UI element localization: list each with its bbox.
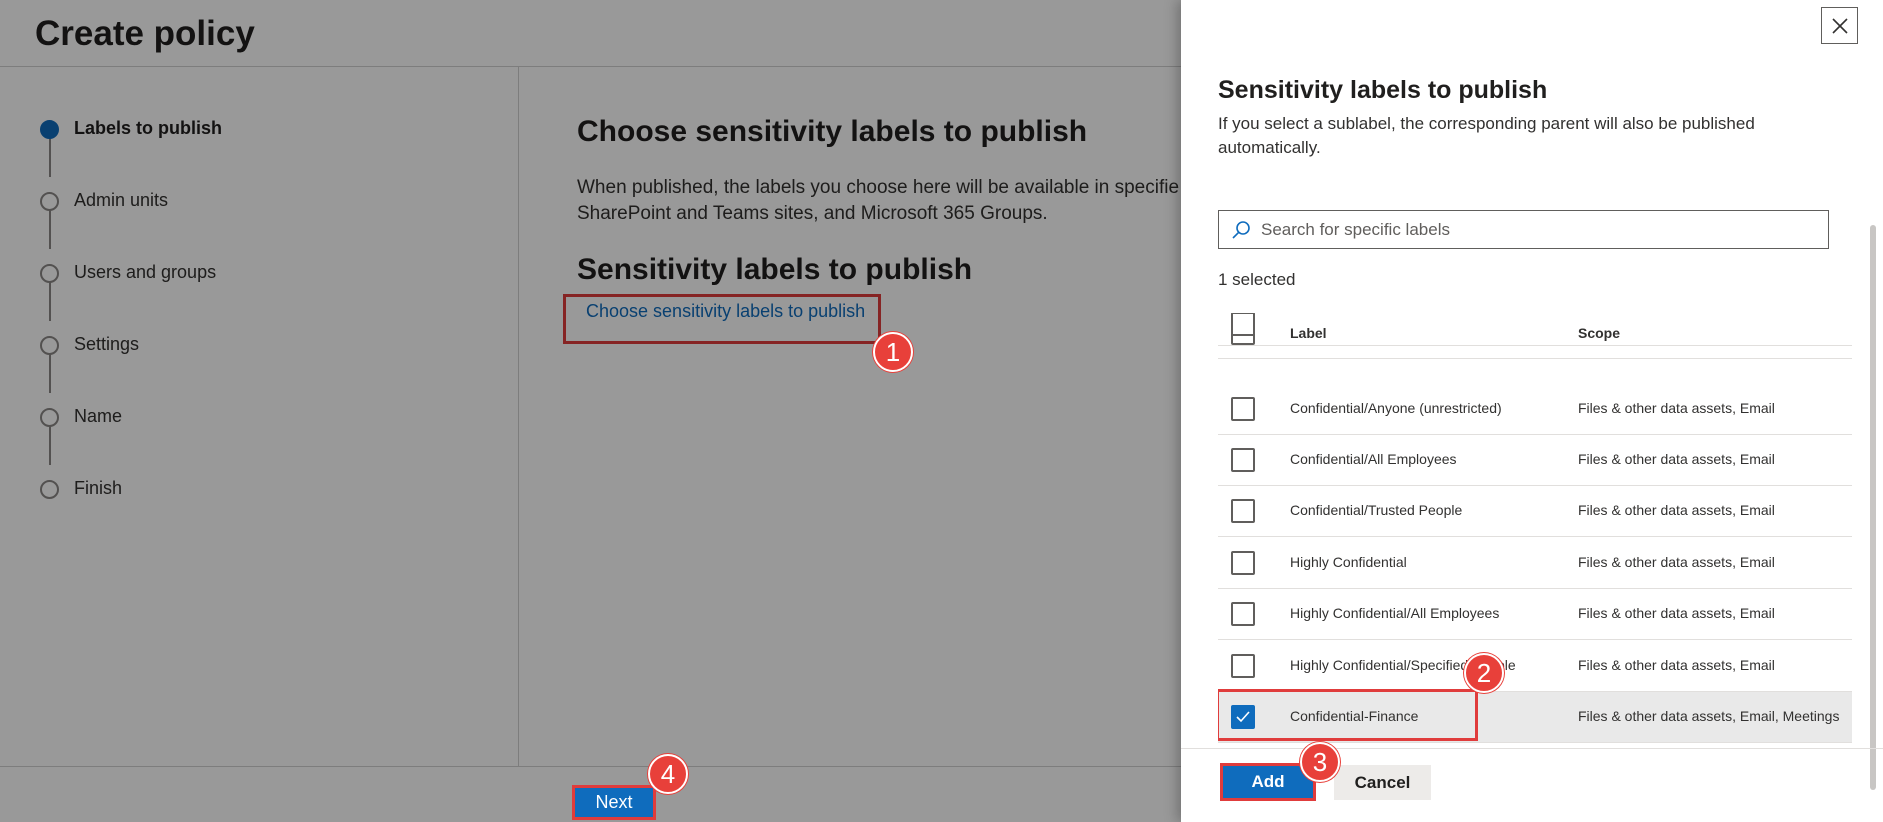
label-scope: Files & other data assets, Email bbox=[1578, 554, 1775, 570]
selected-count: 1 selected bbox=[1218, 270, 1296, 289]
table-row[interactable]: Confidential/Anyone (unrestricted) Files… bbox=[1218, 384, 1852, 435]
row-checkbox[interactable] bbox=[1231, 499, 1255, 523]
table-row[interactable]: Highly Confidential Files & other data a… bbox=[1218, 538, 1852, 589]
callout-badge-4: 4 bbox=[648, 754, 688, 794]
row-checkbox[interactable] bbox=[1231, 397, 1255, 421]
search-box[interactable] bbox=[1218, 210, 1829, 249]
panel-description: If you select a sublabel, the correspond… bbox=[1218, 114, 1755, 157]
row-checkbox[interactable] bbox=[1231, 313, 1255, 336]
table-row-partial bbox=[1218, 313, 1852, 346]
table-row[interactable]: Confidential/All Employees Files & other… bbox=[1218, 435, 1852, 486]
table-row[interactable]: Confidential/Trusted People Files & othe… bbox=[1218, 486, 1852, 537]
table-row-selected[interactable]: Confidential-Finance Files & other data … bbox=[1218, 689, 1852, 743]
modal-overlay[interactable] bbox=[0, 0, 1181, 822]
label-name: Confidential/Anyone (unrestricted) bbox=[1290, 400, 1502, 416]
label-name: Confidential/All Employees bbox=[1290, 451, 1457, 467]
labels-side-panel: Sensitivity labels to publish If you sel… bbox=[1181, 0, 1883, 822]
row-checkbox[interactable] bbox=[1231, 602, 1255, 626]
search-icon bbox=[1232, 221, 1250, 239]
label-scope: Files & other data assets, Email, Meetin… bbox=[1578, 708, 1840, 724]
search-input[interactable] bbox=[1261, 214, 1821, 245]
callout-badge-2: 2 bbox=[1464, 653, 1504, 693]
label-scope: Files & other data assets, Email bbox=[1578, 657, 1775, 673]
row-checkbox[interactable] bbox=[1231, 551, 1255, 575]
callout-badge-3: 3 bbox=[1300, 742, 1340, 782]
label-name: Confidential/Trusted People bbox=[1290, 502, 1463, 518]
label-scope: Files & other data assets, Email bbox=[1578, 451, 1775, 467]
next-button[interactable]: Next bbox=[572, 785, 656, 820]
label-name: Highly Confidential bbox=[1290, 554, 1407, 570]
label-name: Highly Confidential/All Employees bbox=[1290, 605, 1500, 621]
close-icon bbox=[1831, 17, 1848, 34]
panel-scrollbar[interactable] bbox=[1870, 225, 1876, 790]
panel-title: Sensitivity labels to publish bbox=[1218, 76, 1548, 104]
cancel-button[interactable]: Cancel bbox=[1334, 765, 1431, 800]
table-row[interactable]: Highly Confidential/Specified People Fil… bbox=[1218, 641, 1852, 692]
highlight-box bbox=[1218, 689, 1478, 741]
row-checkbox[interactable] bbox=[1231, 448, 1255, 472]
labels-table: Label Scope Confidential/Anyone (unrestr… bbox=[1218, 313, 1852, 743]
row-checkbox[interactable] bbox=[1231, 654, 1255, 678]
callout-badge-1: 1 bbox=[873, 332, 913, 372]
label-scope: Files & other data assets, Email bbox=[1578, 502, 1775, 518]
label-scope: Files & other data assets, Email bbox=[1578, 605, 1775, 621]
close-button[interactable] bbox=[1821, 7, 1858, 44]
label-scope: Files & other data assets, Email bbox=[1578, 400, 1775, 416]
table-row[interactable]: Highly Confidential/All Employees Files … bbox=[1218, 589, 1852, 640]
